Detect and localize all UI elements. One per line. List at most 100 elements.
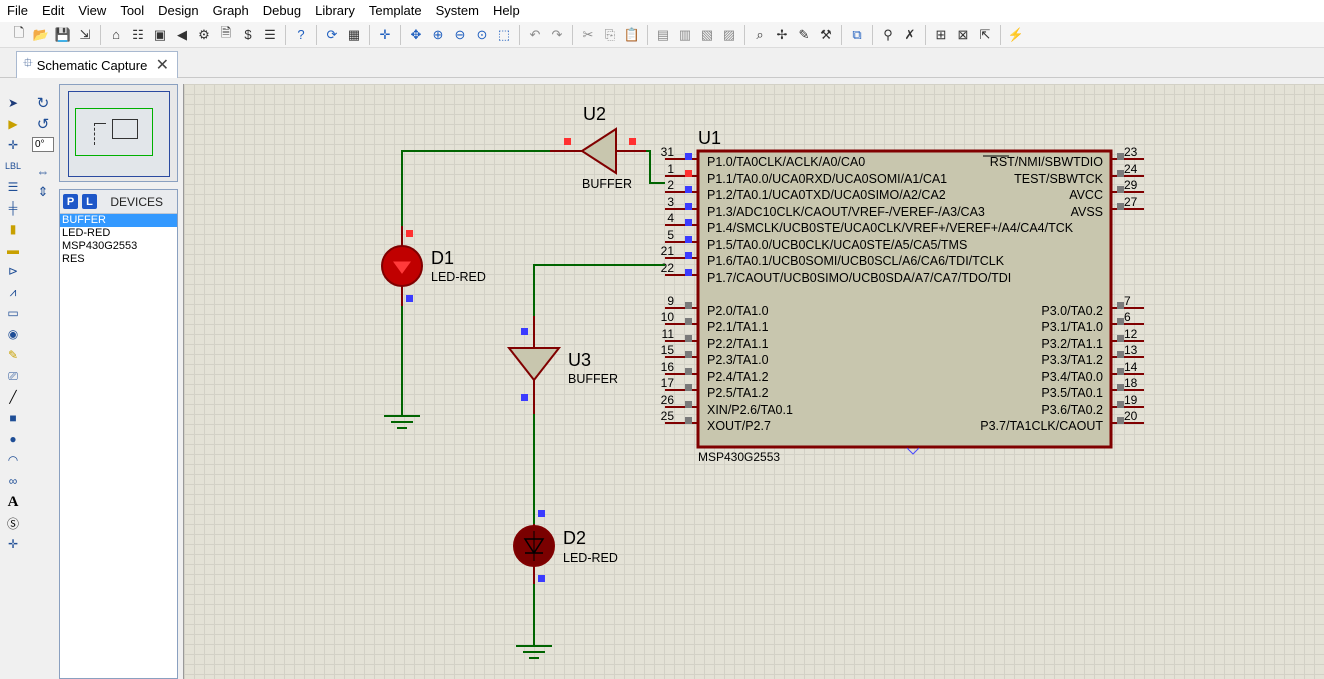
virtual-instruments-icon[interactable]: ⎚ xyxy=(4,367,22,385)
subcircuit-icon[interactable]: ▮ xyxy=(4,220,22,238)
component-mode-icon[interactable]: ▶ xyxy=(4,115,22,133)
arc-icon[interactable]: ◠ xyxy=(4,451,22,469)
wire[interactable] xyxy=(401,150,550,226)
close-icon[interactable]: ✕ xyxy=(156,55,169,75)
device-list-item[interactable]: BUFFER xyxy=(60,214,177,227)
menu-template[interactable]: Template xyxy=(362,0,429,22)
rotate-anticlockwise-icon[interactable]: ↺ xyxy=(34,115,52,133)
generator-icon[interactable]: ◉ xyxy=(4,325,22,343)
library-manager-button[interactable]: L xyxy=(82,194,97,209)
u3-buffer-symbol[interactable] xyxy=(506,347,562,382)
u1-pin-number: 4 xyxy=(667,211,674,225)
d1-ref: D1 xyxy=(431,248,454,268)
wire[interactable] xyxy=(533,264,665,316)
home-icon[interactable]: ⌂ xyxy=(105,24,127,46)
help-icon[interactable]: ? xyxy=(290,24,312,46)
import-icon[interactable]: ⇲ xyxy=(74,24,96,46)
pick-device-icon[interactable]: ⌕ xyxy=(749,24,771,46)
overview-window[interactable] xyxy=(59,84,178,182)
document-icon[interactable]: 🗎 xyxy=(215,24,237,46)
block-copy-icon[interactable]: ▤ xyxy=(652,24,674,46)
zoom-area-icon[interactable]: ⬚ xyxy=(493,24,515,46)
wire-autorouter-icon[interactable]: ⧉ xyxy=(846,24,868,46)
tab-schematic-capture[interactable]: ⯐ Schematic Capture ✕ xyxy=(16,51,178,78)
menu-debug[interactable]: Debug xyxy=(256,0,308,22)
mirror-x-icon[interactable]: ⇔ xyxy=(34,162,52,180)
text-icon[interactable]: A xyxy=(4,493,22,511)
schematic-canvas[interactable]: U1 MSP430G2553 31 P1.0/TA0CLK/ACLK/A0/CA0 1 P… xyxy=(183,84,1324,679)
rotation-angle-input[interactable]: 0° xyxy=(32,137,54,152)
device-list-item[interactable]: RES xyxy=(60,253,177,266)
goto-sheet-icon[interactable]: ⇱ xyxy=(974,24,996,46)
device-pins-icon[interactable]: ⊳ xyxy=(4,262,22,280)
menu-file[interactable]: File xyxy=(0,0,35,22)
circle-icon[interactable]: ● xyxy=(4,430,22,448)
zoom-all-icon[interactable]: ⊙ xyxy=(471,24,493,46)
make-device-icon[interactable]: ✢ xyxy=(771,24,793,46)
search-icon[interactable]: ⚲ xyxy=(877,24,899,46)
menu-graph[interactable]: Graph xyxy=(206,0,256,22)
block-rotate-icon[interactable]: ▧ xyxy=(696,24,718,46)
paste-icon[interactable]: 📋 xyxy=(621,24,643,46)
origin-icon[interactable]: ✛ xyxy=(374,24,396,46)
new-sheet-icon[interactable]: ⊞ xyxy=(930,24,952,46)
menu-design[interactable]: Design xyxy=(151,0,205,22)
symbol-icon[interactable]: Ⓢ xyxy=(4,514,22,532)
device-list-item[interactable]: LED-RED xyxy=(60,227,177,240)
selection-mode-icon[interactable]: ➤ xyxy=(4,94,22,112)
undo-icon[interactable]: ↶ xyxy=(524,24,546,46)
pin-marker xyxy=(521,328,528,335)
copy-icon[interactable]: ⎘ xyxy=(599,24,621,46)
bus-icon[interactable]: ╪ xyxy=(4,199,22,217)
decompose-icon[interactable]: ⚒ xyxy=(815,24,837,46)
wire-label-icon[interactable]: LBL xyxy=(4,157,22,175)
pan-icon[interactable]: ✥ xyxy=(405,24,427,46)
menu-system[interactable]: System xyxy=(429,0,486,22)
zoom-in-icon[interactable]: ⊕ xyxy=(427,24,449,46)
electrical-rule-check-icon[interactable]: ⚡ xyxy=(1005,24,1027,46)
menu-edit[interactable]: Edit xyxy=(35,0,71,22)
property-assign-icon[interactable]: ✗ xyxy=(899,24,921,46)
menu-help[interactable]: Help xyxy=(486,0,527,22)
block-delete-icon[interactable]: ▨ xyxy=(718,24,740,46)
graph-mode-icon[interactable]: ⩘ xyxy=(4,283,22,301)
remove-sheet-icon[interactable]: ⊠ xyxy=(952,24,974,46)
terminals-icon[interactable]: ▬ xyxy=(4,241,22,259)
refresh-icon[interactable]: ⟳ xyxy=(321,24,343,46)
text-script-icon[interactable]: ☰ xyxy=(4,178,22,196)
pin-marker xyxy=(685,219,692,226)
bom-icon[interactable]: $ xyxy=(237,24,259,46)
box-icon[interactable]: ■ xyxy=(4,409,22,427)
junction-dot-icon[interactable]: ✛ xyxy=(4,136,22,154)
mirror-y-icon[interactable]: ⇕ xyxy=(34,183,52,201)
zoom-out-icon[interactable]: ⊖ xyxy=(449,24,471,46)
cut-icon[interactable]: ✂ xyxy=(577,24,599,46)
u1-pin-number: 18 xyxy=(1124,376,1138,390)
grid-icon[interactable]: ▦ xyxy=(343,24,365,46)
gear-icon[interactable]: ⚙ xyxy=(193,24,215,46)
toolbar-separator xyxy=(647,24,648,45)
pick-devices-button[interactable]: P xyxy=(63,194,78,209)
menu-view[interactable]: View xyxy=(71,0,113,22)
marker-icon[interactable]: ✛ xyxy=(4,535,22,553)
line-icon[interactable]: ╱ xyxy=(4,388,22,406)
menu-tool[interactable]: Tool xyxy=(113,0,151,22)
overview-sheet xyxy=(68,91,170,177)
u2-buffer-symbol[interactable] xyxy=(580,127,617,175)
chip-icon[interactable]: ▣ xyxy=(149,24,171,46)
report-icon[interactable]: ☰ xyxy=(259,24,281,46)
save-icon[interactable]: 💾 xyxy=(52,24,74,46)
open-folder-icon[interactable]: 📂 xyxy=(30,24,52,46)
packaging-icon[interactable]: ✎ xyxy=(793,24,815,46)
path-icon[interactable]: ∞ xyxy=(4,472,22,490)
device-list-item[interactable]: MSP430G2553 xyxy=(60,240,177,253)
netlist-icon[interactable]: ☷ xyxy=(127,24,149,46)
tape-recorder-icon[interactable]: ▭ xyxy=(4,304,22,322)
block-move-icon[interactable]: ▥ xyxy=(674,24,696,46)
voltage-probe-icon[interactable]: ✎ xyxy=(4,346,22,364)
rotate-clockwise-icon[interactable]: ↻ xyxy=(34,94,52,112)
redo-icon[interactable]: ↷ xyxy=(546,24,568,46)
menu-library[interactable]: Library xyxy=(308,0,362,22)
play-back-icon[interactable]: ◀ xyxy=(171,24,193,46)
new-file-icon[interactable]: 🗋 xyxy=(8,24,30,46)
